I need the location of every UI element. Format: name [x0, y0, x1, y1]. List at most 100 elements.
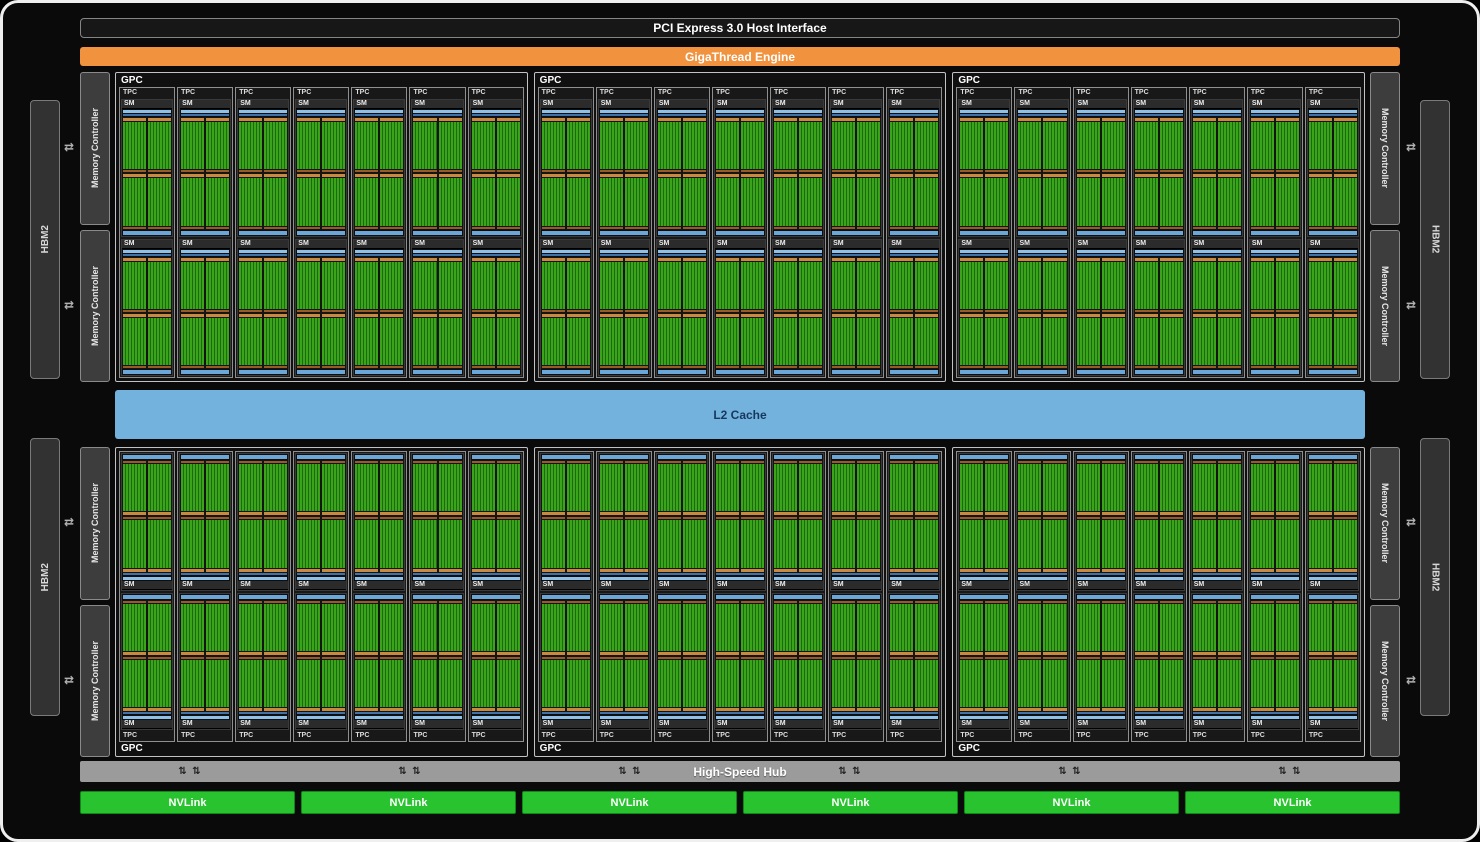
- register-file-bar: [413, 708, 437, 711]
- register-file-bar: [890, 313, 914, 317]
- cuda-core-array: [322, 659, 346, 707]
- register-file-bar: [322, 257, 346, 261]
- cuda-core-array: [355, 520, 379, 568]
- register-file-bar: [1217, 257, 1241, 261]
- tpc-label: TPC: [1134, 732, 1149, 739]
- load-store-bar: [960, 461, 984, 463]
- sm-block: SM: [121, 592, 174, 730]
- register-file-bar: [857, 568, 881, 572]
- cuda-core-array: [657, 659, 681, 707]
- load-store-bar: [624, 517, 648, 520]
- cuda-core-array: [1159, 317, 1183, 365]
- cuda-core-array: [438, 261, 462, 309]
- cuda-core-array: [599, 603, 623, 651]
- processing-block: [413, 118, 437, 173]
- tpc-label: TPC: [715, 732, 730, 739]
- processing-block: [322, 174, 346, 229]
- load-store-bar: [741, 517, 765, 520]
- l2-cache-band: L2 Cache: [115, 382, 1365, 447]
- processing-block: [123, 313, 147, 368]
- processing-block: [1043, 656, 1067, 711]
- register-file-bar: [985, 313, 1009, 317]
- processing-block: [1101, 517, 1125, 572]
- warp-scheduler-bar: [960, 114, 1009, 116]
- warp-scheduler-bar: [541, 712, 590, 714]
- core-grid: [1075, 599, 1126, 712]
- texture-l1-bar: [471, 370, 520, 374]
- warp-scheduler-bar: [1192, 114, 1241, 116]
- processing-block: [799, 313, 823, 368]
- tpc-label: TPC: [1076, 89, 1091, 96]
- core-grid: [1133, 460, 1184, 573]
- texture-l1-bar: [1134, 455, 1183, 459]
- register-file-bar: [960, 651, 984, 655]
- cuda-core-array: [1076, 659, 1100, 707]
- sm-block: SM: [1248, 592, 1301, 730]
- cuda-core-array: [1333, 178, 1357, 226]
- sm-label: SM: [598, 720, 649, 729]
- cuda-core-array: [206, 122, 230, 170]
- register-file-bar: [123, 118, 147, 121]
- texture-l1-bar: [890, 594, 939, 599]
- texture-l1-bar: [890, 455, 939, 459]
- sm-block: SM: [1016, 453, 1069, 591]
- register-file-bar: [657, 257, 681, 261]
- core-grid: [470, 117, 521, 230]
- warp-scheduler-bar: [1018, 114, 1067, 116]
- cuda-core-array: [1134, 464, 1158, 512]
- cuda-core-array: [438, 659, 462, 707]
- cuda-core-array: [1101, 659, 1125, 707]
- cuda-core-array: [1217, 659, 1241, 707]
- processing-block: [857, 461, 881, 516]
- cuda-core-array: [148, 520, 172, 568]
- load-store-bar: [297, 309, 321, 312]
- processing-block: [657, 257, 681, 312]
- gpc-label: GPC: [539, 743, 562, 754]
- texture-l1-bar: [715, 230, 765, 235]
- register-file-bar: [206, 651, 230, 655]
- register-file-bar: [297, 118, 321, 121]
- processing-block: [915, 174, 939, 229]
- register-file-bar: [413, 257, 437, 261]
- sm-label: SM: [296, 580, 347, 590]
- core-grid: [412, 460, 463, 573]
- cuda-core-array: [181, 178, 205, 226]
- core-grid: [831, 256, 882, 369]
- nvlink-row: NVLink NVLink NVLink NVLink NVLink NVLink: [80, 791, 1400, 814]
- cuda-core-array: [566, 317, 590, 365]
- processing-block: [380, 656, 404, 711]
- load-store-bar: [1217, 366, 1241, 368]
- l1-instruction-cache-bar: [541, 576, 590, 580]
- texture-l1-bar: [413, 370, 462, 374]
- texture-l1-bar: [832, 230, 881, 235]
- load-store-bar: [239, 517, 263, 520]
- load-store-bar: [890, 600, 914, 603]
- cuda-core-array: [1101, 317, 1125, 365]
- processing-block: [1134, 174, 1158, 229]
- warp-scheduler-bar: [413, 114, 462, 116]
- processing-block: [297, 461, 321, 516]
- register-file-bar: [239, 174, 263, 178]
- cuda-core-array: [915, 520, 939, 568]
- texture-l1-bar: [715, 455, 765, 459]
- sm-block: SM: [888, 238, 941, 376]
- l1-instruction-cache-bar: [599, 576, 648, 580]
- sm-block: SM: [830, 453, 883, 591]
- cuda-core-array: [1101, 261, 1125, 309]
- warp-scheduler-bar: [355, 712, 404, 714]
- register-file-bar: [1275, 708, 1299, 711]
- processing-block: [413, 600, 437, 655]
- texture-l1-bar: [1134, 230, 1183, 235]
- cuda-core-array: [322, 317, 346, 365]
- register-file-bar: [239, 708, 263, 711]
- cuda-core-array: [123, 520, 147, 568]
- processing-block: [413, 313, 437, 368]
- core-grid: [1249, 117, 1300, 230]
- cuda-core-array: [1217, 603, 1241, 651]
- warp-scheduler-bar: [1250, 572, 1299, 575]
- processing-block: [1101, 600, 1125, 655]
- high-speed-hub-bar: ⇅ ⇅ ⇅ ⇅ ⇅ ⇅ ⇅ ⇅ ⇅ ⇅ ⇅ ⇅ High-Speed Hub: [80, 761, 1400, 782]
- register-file-bar: [1159, 257, 1183, 261]
- cuda-core-array: [890, 261, 914, 309]
- load-store-bar: [657, 600, 681, 603]
